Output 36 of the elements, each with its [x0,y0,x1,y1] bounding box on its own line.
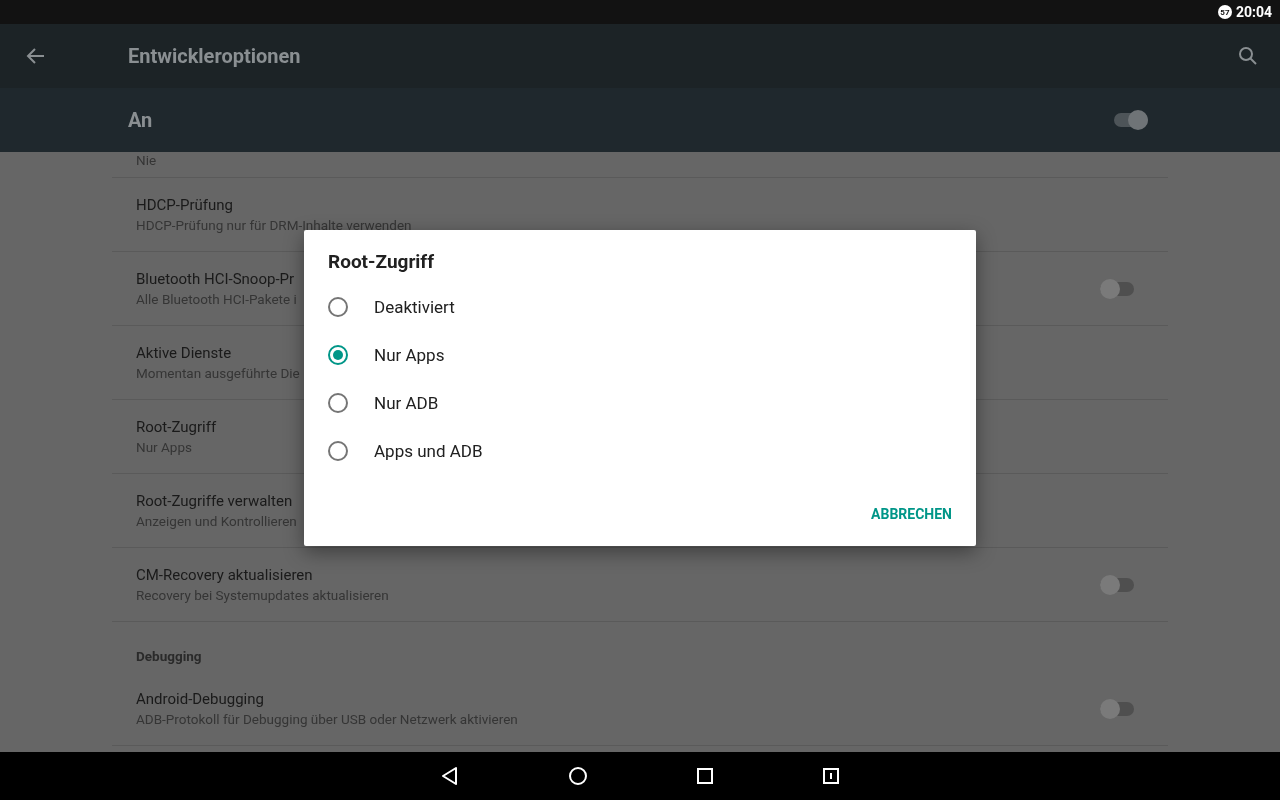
option-label: Nur ADB [374,393,439,413]
radio-button[interactable] [328,345,348,365]
dialog-title: Root-Zugriff [327,250,435,275]
radio-button[interactable] [328,441,348,461]
setting-title: Bluetooth HCI-Snoop-Pr [136,270,295,288]
option-label: Apps und ADB [374,441,483,461]
recents-square-icon[interactable] [696,767,714,785]
search-icon[interactable] [1238,46,1258,66]
radio-option[interactable]: Nur Apps [304,331,976,379]
back-arrow-icon[interactable] [26,46,46,66]
setting-title: HDCP-Prüfung [136,196,233,214]
cancel-button[interactable]: ABBRECHEN [863,496,960,532]
radio-button[interactable] [328,393,348,413]
toggle-switch[interactable] [1100,278,1134,299]
setting-title: Root-Zugriffe verwalten [136,492,293,510]
master-switch-label: An [128,108,154,132]
clock: 20:04 [1235,4,1272,20]
option-label: Nur Apps [374,345,445,365]
toggle-switch[interactable] [1100,698,1134,719]
radio-option[interactable]: Nur ADB [304,379,976,427]
radio-option[interactable]: Deaktiviert [304,283,976,331]
toggle-switch[interactable] [1114,110,1148,130]
radio-button[interactable] [328,297,348,317]
setting-title: Root-Zugriff [136,418,217,436]
radio-option[interactable]: Apps und ADB [304,427,976,475]
home-circle-icon[interactable] [568,766,588,786]
option-label: Deaktiviert [374,297,455,317]
setting-title: CM-Recovery aktualisieren [136,566,313,584]
setting-title: Aktive Dienste [136,344,232,362]
menu-box-icon[interactable] [822,767,840,785]
toggle-switch[interactable] [1100,574,1134,595]
setting-title: Android-Debugging [136,690,264,708]
status-badge: 57 [1217,5,1232,19]
category-header: Debugging [135,647,203,666]
back-triangle-icon[interactable] [440,766,460,786]
page-title: Entwickleroptionen [128,44,302,68]
